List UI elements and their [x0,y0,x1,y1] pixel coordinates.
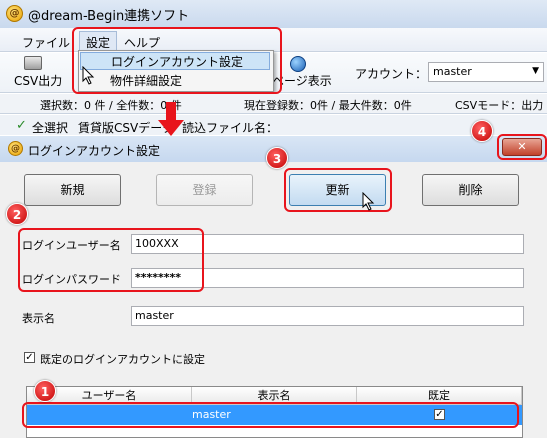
highlight-login-fields [18,228,204,292]
display-name-label: 表示名 [22,312,55,325]
highlight-close [497,134,547,160]
csv-output-icon [24,56,42,70]
account-label: アカウント： [355,67,428,81]
delete-button[interactable]: 削除 [422,174,519,206]
highlight-settings-menu [72,27,282,94]
default-account-checkbox[interactable]: ✓ [24,352,35,363]
register-button[interactable]: 登録 [156,174,253,206]
read-file-name-label: 読込ファイル名： [182,121,279,135]
select-all-button[interactable]: 全選択 [32,119,68,136]
account-select[interactable]: master ▼ [428,62,544,82]
dialog-app-icon: @ [8,141,23,156]
account-select-value: master [433,65,472,78]
csv-output-button[interactable]: CSV出力 [14,72,62,89]
status-csv-mode: CSVモード：出力 [455,99,544,112]
menu-file[interactable]: ファイル [16,32,76,53]
badge-2: 2 [6,203,28,225]
highlight-grid-row [22,402,519,428]
display-name-input[interactable]: master [131,306,524,326]
badge-4: 4 [471,120,493,142]
arrow-down-icon [158,102,184,136]
checkmark-icon: ✓ [16,118,27,133]
badge-1: 1 [34,380,56,402]
status-current-count: 現在登録数：0件 / 最大件数：0件 [244,99,412,112]
app-logo-icon: @ [6,5,23,22]
badge-3: 3 [266,147,288,169]
chevron-down-icon: ▼ [532,66,539,76]
main-window-title: @dream-Begin連携ソフト [28,9,190,24]
default-account-label: 既定のログインアカウントに設定 [40,353,205,366]
new-button[interactable]: 新規 [24,174,121,206]
dialog-title: ログインアカウント設定 [28,144,161,158]
mouse-pointer-icon [362,192,375,211]
globe-icon [290,56,306,72]
